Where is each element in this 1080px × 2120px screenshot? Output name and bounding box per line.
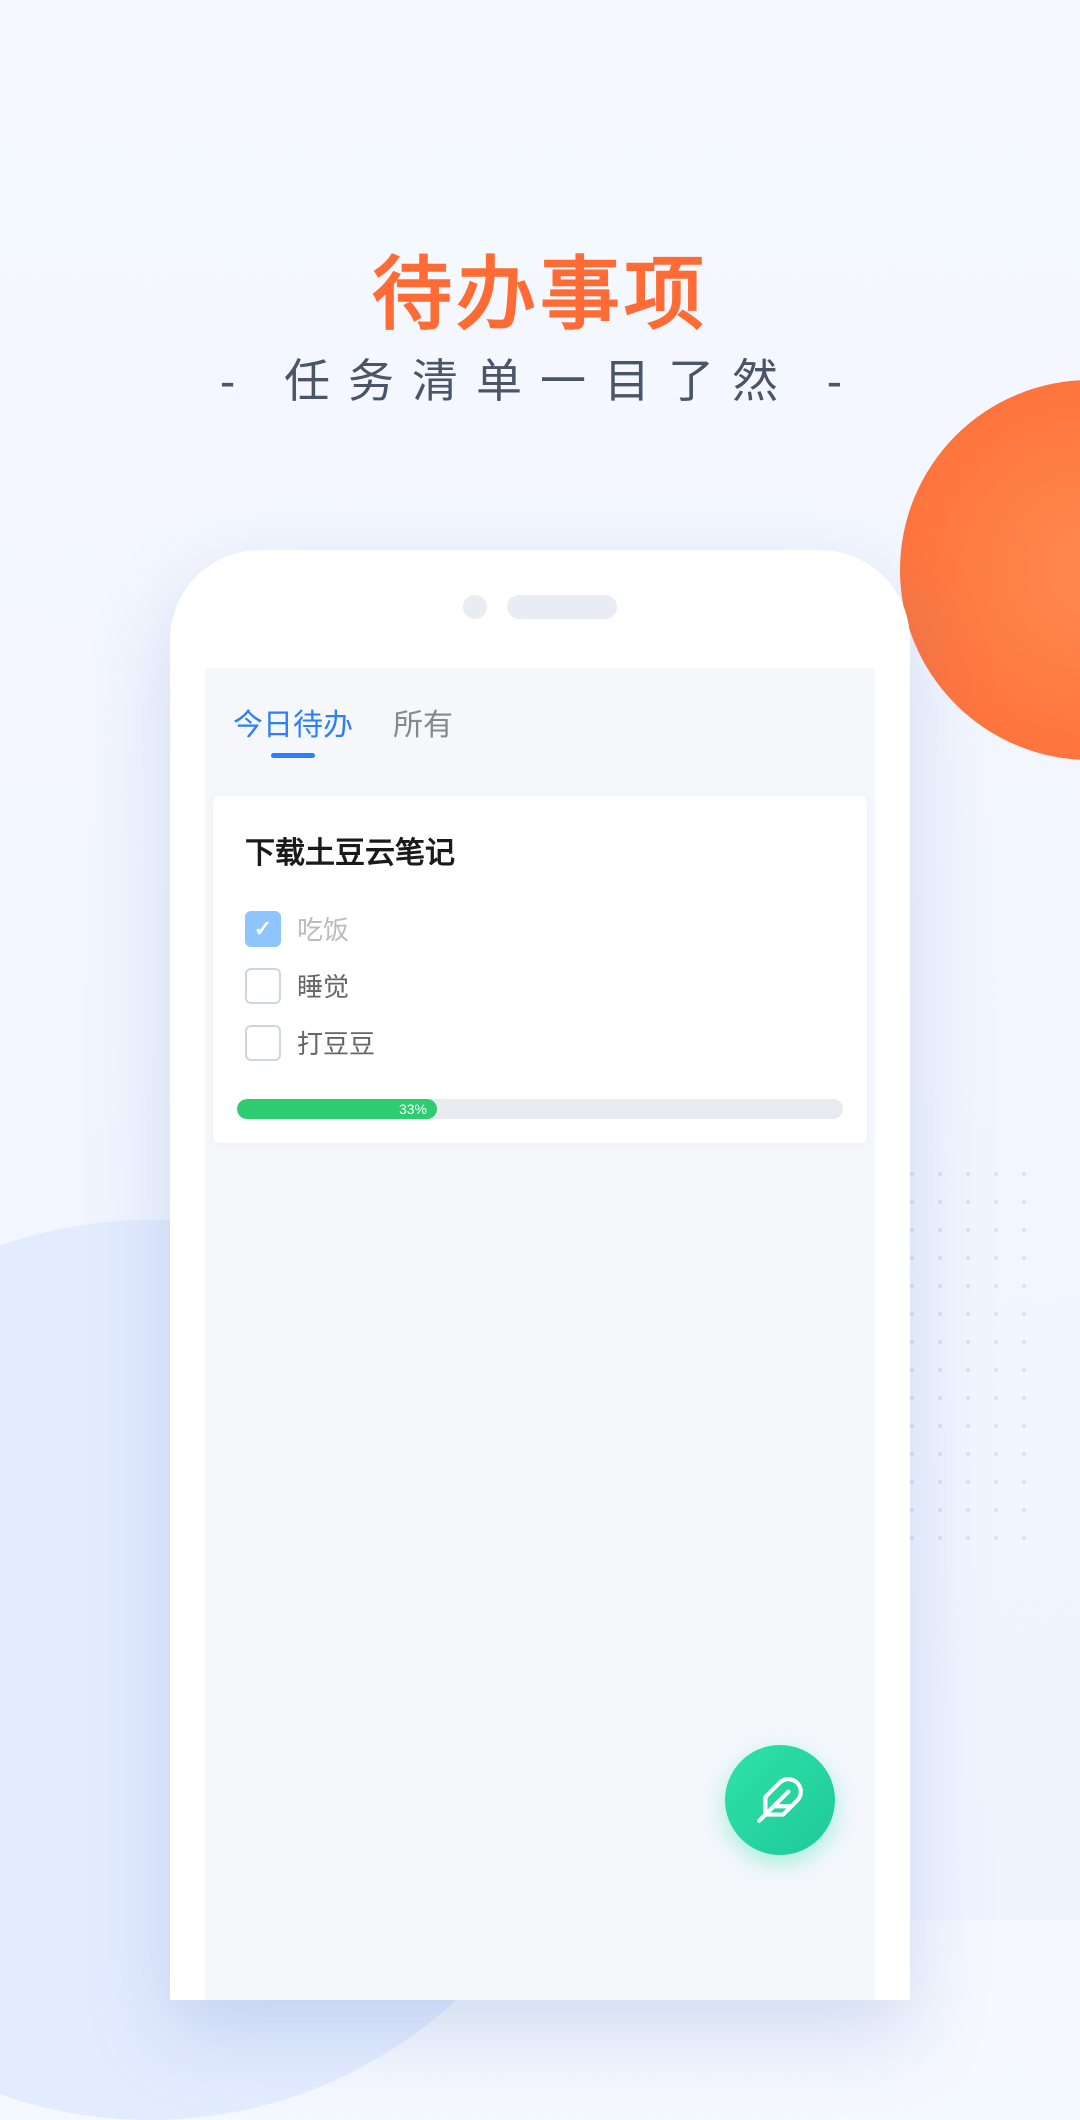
phone-notch (463, 595, 617, 619)
progress-label: 33% (399, 1101, 427, 1117)
add-todo-button[interactable] (725, 1745, 835, 1855)
todo-item[interactable]: 睡觉 (237, 957, 843, 1014)
progress-bar: 33% (237, 1099, 843, 1119)
feather-icon (755, 1775, 805, 1825)
todo-label: 睡觉 (297, 967, 349, 1004)
progress-fill: 33% (237, 1099, 437, 1119)
todo-label: 吃饭 (297, 910, 349, 947)
notch-speaker-icon (507, 595, 617, 619)
checkbox-checked-icon[interactable]: ✓ (245, 911, 281, 947)
checkbox-unchecked-icon[interactable] (245, 1025, 281, 1061)
tab-bar: 今日待办 所有 (205, 668, 875, 758)
decorative-orange-circle (900, 380, 1080, 760)
phone-frame: 今日待办 所有 下载土豆云笔记 ✓ 吃饭 睡觉 打豆豆 33% (170, 550, 910, 2000)
checkmark-icon: ✓ (254, 916, 272, 942)
todo-item[interactable]: ✓ 吃饭 (237, 900, 843, 957)
notch-camera-icon (463, 595, 487, 619)
checkbox-unchecked-icon[interactable] (245, 968, 281, 1004)
todo-card: 下载土豆云笔记 ✓ 吃饭 睡觉 打豆豆 33% (213, 796, 867, 1143)
card-title: 下载土豆云笔记 (237, 828, 843, 872)
todo-label: 打豆豆 (297, 1024, 375, 1061)
todo-item[interactable]: 打豆豆 (237, 1014, 843, 1071)
phone-screen: 今日待办 所有 下载土豆云笔记 ✓ 吃饭 睡觉 打豆豆 33% (205, 668, 875, 2000)
hero-title: 待办事项 (0, 230, 1080, 346)
hero-subtitle: - 任务清单一目了然 - (0, 345, 1080, 411)
tab-today[interactable]: 今日待办 (233, 700, 353, 758)
tab-all[interactable]: 所有 (393, 700, 453, 758)
